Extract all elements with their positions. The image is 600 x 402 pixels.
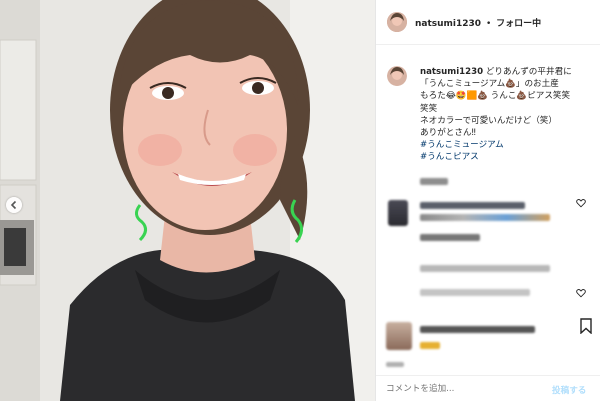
bookmark-icon[interactable] — [580, 318, 592, 334]
caption-line: どりあんずの平井君に — [485, 67, 572, 77]
avatar-image — [387, 12, 407, 32]
timestamp-blurred — [420, 178, 448, 185]
hashtag-link[interactable]: #うんこミュージアム — [420, 139, 596, 151]
post-date-blurred — [386, 362, 404, 367]
comment-meta-blurred — [420, 265, 550, 272]
avatar-image — [387, 66, 407, 86]
avatar[interactable] — [387, 12, 407, 32]
comment-blurred — [420, 214, 550, 221]
caption: natsumi1230 どりあんずの平井君に 「うんこミュージアム💩」のお土産 … — [420, 66, 596, 164]
heart-icon[interactable] — [576, 288, 586, 298]
caption-line: ありがとさん‼︎ — [420, 128, 476, 139]
separator: • — [485, 19, 492, 29]
username-link[interactable]: natsumi1230 — [415, 19, 481, 29]
caption-line: ネオカラーで可愛いんだけど（笑） — [420, 115, 557, 126]
caption-avatar[interactable] — [387, 66, 407, 86]
post-side-panel: natsumi1230 • フォロー中 natsumi1230 どりあんずの平井… — [375, 0, 600, 401]
caption-line: 笑笑 — [420, 103, 438, 114]
post-photo — [0, 0, 375, 401]
comment-avatar[interactable] — [386, 322, 412, 350]
comment-blurred — [420, 202, 525, 209]
comment-input[interactable] — [386, 382, 536, 396]
selfie-illustration — [0, 0, 375, 401]
caption-line: 「うんこミュージアム💩」のお土産 — [420, 79, 559, 90]
chevron-left-icon — [10, 200, 17, 210]
post-header: natsumi1230 • フォロー中 — [376, 0, 600, 45]
hashtag-link[interactable]: #うんこピアス — [420, 151, 596, 163]
post-comment-button[interactable]: 投稿する — [552, 384, 586, 396]
comment-form: 投稿する — [376, 375, 600, 402]
view-replies-blurred — [420, 289, 530, 296]
caption-line: もろた😂🤩🟧💩 うんこ💩ピアス笑笑 — [420, 91, 571, 102]
comment-blurred — [420, 234, 480, 241]
comment-avatar[interactable] — [388, 200, 408, 226]
follow-status[interactable]: フォロー中 — [496, 19, 541, 29]
comment-blurred — [420, 342, 440, 349]
comment-blurred — [420, 326, 535, 333]
heart-icon[interactable] — [576, 198, 586, 208]
carousel-prev-button[interactable] — [6, 197, 22, 213]
caption-username[interactable]: natsumi1230 — [420, 67, 483, 77]
